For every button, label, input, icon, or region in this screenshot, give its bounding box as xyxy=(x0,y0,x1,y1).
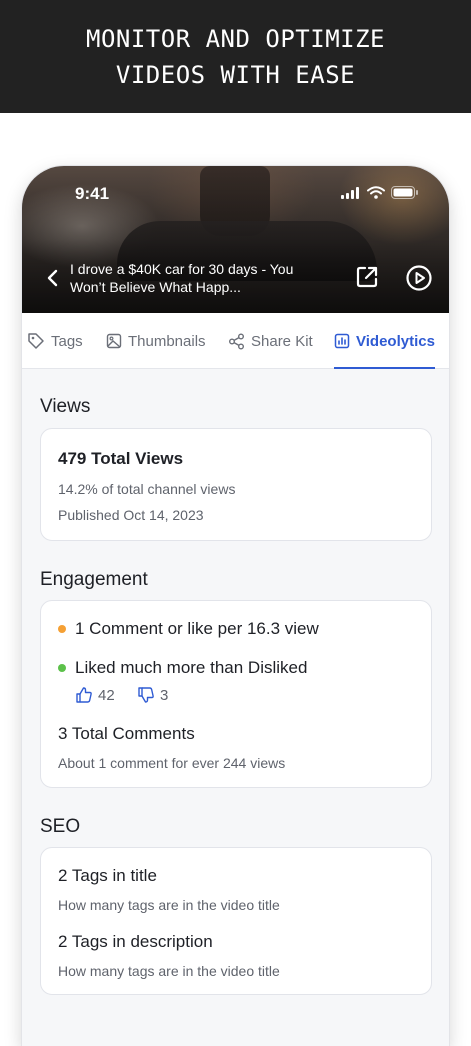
battery-icon xyxy=(391,186,419,204)
tab-label: Tags xyxy=(51,332,83,350)
views-percent: 14.2% of total channel views xyxy=(58,481,236,497)
likes-count: 42 xyxy=(75,686,115,704)
tab-tags[interactable]: Tags xyxy=(27,313,83,369)
video-title: I drove a $40K car for 30 days - You Won… xyxy=(70,261,294,295)
image-icon xyxy=(106,333,122,349)
comments-ratio: About 1 comment for ever 244 views xyxy=(58,755,286,771)
dislikes-count: 3 xyxy=(137,686,168,704)
play-circle-icon xyxy=(406,265,432,291)
phone-frame: 9:41 I drove a $40K car for 30 days - Yo… xyxy=(22,166,449,1046)
signal-icon xyxy=(341,186,361,204)
chevron-left-icon xyxy=(47,269,58,287)
tab-bar: Tags Thumbnails Share Kit Videolytics xyxy=(22,313,449,369)
banner-line-2: VIDEOS WITH EASE xyxy=(115,60,356,89)
views-heading: Views xyxy=(40,396,91,417)
play-button[interactable] xyxy=(405,264,433,292)
rate-dot xyxy=(58,625,66,633)
total-views: 479 Total Views xyxy=(58,449,184,468)
tags-in-title-sub: How many tags are in the video title xyxy=(58,897,280,913)
tag-icon xyxy=(28,333,44,349)
tags-in-title: 2 Tags in title xyxy=(58,866,157,885)
engagement-sentiment: Liked much more than Disliked xyxy=(75,658,308,677)
status-time: 9:41 xyxy=(75,184,110,203)
tab-share-kit[interactable]: Share Kit xyxy=(228,313,313,369)
bar-chart-icon xyxy=(334,333,350,349)
open-external-button[interactable] xyxy=(354,264,380,290)
tab-label: Thumbnails xyxy=(128,332,206,350)
tab-videolytics[interactable]: Videolytics xyxy=(334,313,435,369)
banner-line-1: MONITOR AND OPTIMIZE xyxy=(86,24,385,53)
thumbs-up-icon xyxy=(76,687,92,703)
share-icon xyxy=(229,333,244,349)
seo-card: 2 Tags in title How many tags are in the… xyxy=(40,847,432,995)
tab-label: Share Kit xyxy=(251,332,313,350)
total-comments: 3 Total Comments xyxy=(58,724,195,743)
seo-heading: SEO xyxy=(40,816,81,837)
tags-in-description: 2 Tags in description xyxy=(58,932,213,951)
views-card: 479 Total Views 14.2% of total channel v… xyxy=(40,428,432,541)
tags-in-description-sub: How many tags are in the video title xyxy=(58,963,280,979)
promo-banner: MONITOR AND OPTIMIZE VIDEOS WITH EASE xyxy=(0,0,471,113)
engagement-heading: Engagement xyxy=(40,569,148,590)
back-button[interactable] xyxy=(40,266,64,290)
external-link-icon xyxy=(356,266,378,288)
status-icons xyxy=(341,186,419,204)
tab-thumbnails[interactable]: Thumbnails xyxy=(106,313,206,369)
engagement-card: 1 Comment or like per 16.3 view Liked mu… xyxy=(40,600,432,788)
sentiment-dot xyxy=(58,664,66,672)
wifi-icon xyxy=(367,186,385,204)
thumbs-down-icon xyxy=(138,687,154,703)
tab-label: Videolytics xyxy=(356,332,435,350)
published-date: Published Oct 14, 2023 xyxy=(58,507,204,523)
video-hero: 9:41 I drove a $40K car for 30 days - Yo… xyxy=(22,166,449,313)
engagement-rate: 1 Comment or like per 16.3 view xyxy=(75,619,319,638)
